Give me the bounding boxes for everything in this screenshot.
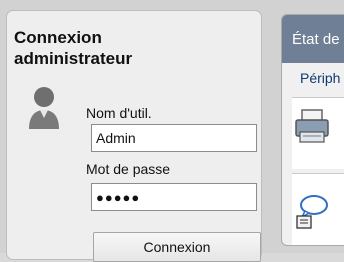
- login-title: Connexion administrateur: [14, 28, 133, 68]
- user-avatar-icon: [29, 87, 59, 129]
- printer-row[interactable]: [292, 97, 344, 169]
- message-row[interactable]: [292, 173, 344, 245]
- chat-bubble-icon: [296, 195, 328, 229]
- login-button[interactable]: Connexion: [93, 232, 261, 262]
- admin-login-panel: Connexion administrateur Nom d'util. Mot…: [6, 10, 262, 262]
- username-input[interactable]: [91, 124, 257, 152]
- device-status-panel: État de Périph: [281, 14, 344, 246]
- password-input[interactable]: [91, 183, 257, 211]
- password-label: Mot de passe: [86, 161, 171, 177]
- device-section-link[interactable]: Périph: [300, 70, 340, 86]
- username-label: Nom d'util.: [86, 105, 152, 121]
- status-panel-title: État de: [292, 31, 340, 48]
- printer-icon: [295, 109, 329, 143]
- status-panel-header: État de: [282, 15, 344, 63]
